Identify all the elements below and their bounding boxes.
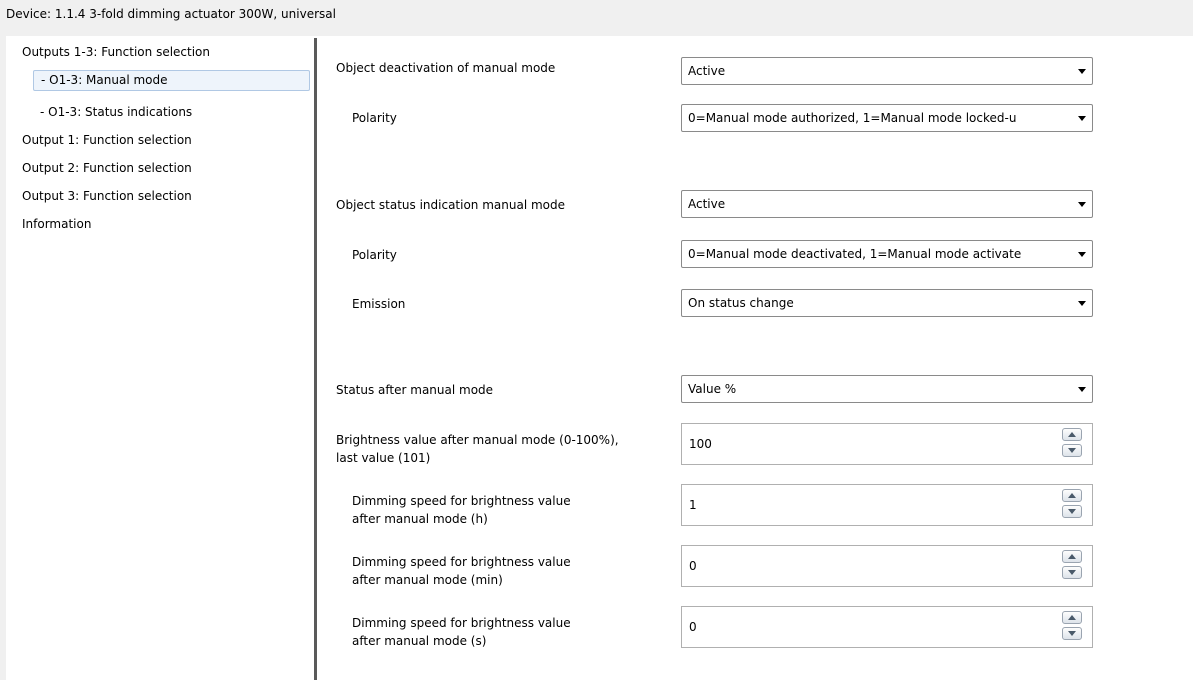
chevron-down-icon — [1068, 570, 1076, 575]
status-after-manual-dropdown[interactable]: Value % — [681, 375, 1093, 403]
sidebar-item-output-3[interactable]: Output 3: Function selection — [22, 186, 192, 207]
window-title: Device: 1.1.4 3-fold dimming actuator 30… — [6, 7, 336, 21]
dimming-speed-min-label-line1: Dimming speed for brightness value — [352, 555, 571, 569]
stepper-value: 1 — [689, 498, 697, 512]
dimming-speed-min-stepper[interactable]: 0 — [681, 545, 1093, 587]
spin-up-button[interactable] — [1062, 550, 1082, 563]
sidebar-item-output-2[interactable]: Output 2: Function selection — [22, 158, 192, 179]
chevron-down-icon — [1078, 387, 1086, 392]
spin-down-button[interactable] — [1062, 444, 1082, 457]
dimming-speed-h-stepper[interactable]: 1 — [681, 484, 1093, 526]
sidebar-item-label: Output 2: Function selection — [22, 161, 192, 175]
stepper-value: 0 — [689, 620, 697, 634]
sidebar-item-output-1[interactable]: Output 1: Function selection — [22, 130, 192, 151]
object-status-indication-label: Object status indication manual mode — [336, 198, 566, 212]
sidebar-item-label: - O1-3: Status indications — [40, 105, 193, 119]
dropdown-value: Active — [688, 64, 726, 78]
sidebar-item-information[interactable]: Information — [22, 214, 91, 235]
chevron-up-icon — [1068, 432, 1076, 437]
dropdown-value: Active — [688, 197, 726, 211]
chevron-down-icon — [1078, 116, 1086, 121]
sidebar-item-outputs-1-3-function-selection[interactable]: Outputs 1-3: Function selection — [22, 42, 210, 63]
spin-down-button[interactable] — [1062, 505, 1082, 518]
stepper-value: 100 — [689, 437, 712, 451]
dropdown-value: Value % — [688, 382, 737, 396]
brightness-value-label-line1: Brightness value after manual mode (0-10… — [336, 433, 619, 447]
sidebar-item-label: - O1-3: Manual mode — [41, 73, 168, 87]
brightness-value-label-line2: last value (101) — [336, 451, 431, 465]
spin-up-button[interactable] — [1062, 428, 1082, 441]
emission-label: Emission — [352, 297, 406, 311]
brightness-value-stepper[interactable]: 100 — [681, 423, 1093, 465]
chevron-up-icon — [1068, 554, 1076, 559]
status-after-manual-label: Status after manual mode — [336, 383, 494, 397]
sidebar-item-label: Outputs 1-3: Function selection — [22, 45, 210, 59]
object-deactivation-dropdown[interactable]: Active — [681, 57, 1093, 85]
sidebar-item-label: Output 1: Function selection — [22, 133, 192, 147]
status-polarity-dropdown[interactable]: 0=Manual mode deactivated, 1=Manual mode… — [681, 240, 1093, 268]
sidebar-item-label: Output 3: Function selection — [22, 189, 192, 203]
title-bar: Device: 1.1.4 3-fold dimming actuator 30… — [0, 0, 1193, 36]
chevron-down-icon — [1068, 448, 1076, 453]
chevron-up-icon — [1068, 493, 1076, 498]
spin-down-button[interactable] — [1062, 627, 1082, 640]
chevron-down-icon — [1078, 202, 1086, 207]
chevron-down-icon — [1078, 252, 1086, 257]
dimming-speed-s-label-line2: after manual mode (s) — [352, 634, 487, 648]
deactivation-polarity-label: Polarity — [352, 111, 397, 125]
stepper-value: 0 — [689, 559, 697, 573]
sidebar: Outputs 1-3: Function selection - O1-3: … — [6, 36, 314, 680]
dimming-speed-s-label-line1: Dimming speed for brightness value — [352, 616, 571, 630]
spin-up-button[interactable] — [1062, 611, 1082, 624]
dropdown-value: 0=Manual mode authorized, 1=Manual mode … — [688, 111, 1017, 125]
dropdown-value: 0=Manual mode deactivated, 1=Manual mode… — [688, 247, 1022, 261]
dimming-speed-min-label-line2: after manual mode (min) — [352, 573, 503, 587]
spin-up-button[interactable] — [1062, 489, 1082, 502]
chevron-up-icon — [1068, 615, 1076, 620]
sidebar-item-label: Information — [22, 217, 92, 231]
dimming-speed-s-stepper[interactable]: 0 — [681, 606, 1093, 648]
chevron-down-icon — [1078, 69, 1086, 74]
parameter-window: Device: 1.1.4 3-fold dimming actuator 30… — [0, 0, 1193, 680]
chevron-down-icon — [1068, 631, 1076, 636]
dropdown-value: On status change — [688, 296, 794, 310]
emission-dropdown[interactable]: On status change — [681, 289, 1093, 317]
chevron-down-icon — [1078, 301, 1086, 306]
dimming-speed-h-label-line2: after manual mode (h) — [352, 512, 488, 526]
spin-down-button[interactable] — [1062, 566, 1082, 579]
object-status-indication-dropdown[interactable]: Active — [681, 190, 1093, 218]
dimming-speed-h-label-line1: Dimming speed for brightness value — [352, 494, 571, 508]
object-deactivation-label: Object deactivation of manual mode — [336, 61, 556, 75]
sidebar-item-manual-mode[interactable]: - O1-3: Manual mode — [33, 70, 310, 91]
deactivation-polarity-dropdown[interactable]: 0=Manual mode authorized, 1=Manual mode … — [681, 104, 1093, 132]
chevron-down-icon — [1068, 509, 1076, 514]
sidebar-item-status-indications[interactable]: - O1-3: Status indications — [40, 102, 192, 123]
status-polarity-label: Polarity — [352, 248, 397, 262]
